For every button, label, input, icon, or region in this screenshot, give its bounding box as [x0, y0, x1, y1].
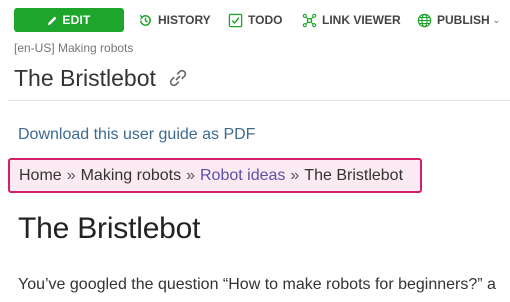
globe-icon: [417, 13, 432, 27]
breadcrumb-separator: »: [290, 166, 300, 184]
link-viewer-label: LINK VIEWER: [322, 13, 401, 27]
breadcrumb: Home » Making robots » Robot ideas » The…: [8, 158, 422, 193]
breadcrumb-separator: »: [66, 166, 76, 184]
edit-button[interactable]: EDIT: [14, 8, 124, 32]
page-title-row: The Bristlebot: [14, 63, 188, 93]
breadcrumb-home[interactable]: Home: [19, 167, 62, 185]
chevron-down-icon: ⌄: [492, 14, 501, 25]
page-title: The Bristlebot: [14, 64, 156, 91]
history-button[interactable]: HISTORY: [138, 10, 211, 30]
download-pdf-link[interactable]: Download this user guide as PDF: [18, 126, 255, 144]
breadcrumb-robot-ideas[interactable]: Robot ideas: [200, 167, 285, 185]
checkbox-icon: [228, 13, 243, 27]
header-divider: [8, 100, 510, 101]
publish-label: PUBLISH: [437, 13, 490, 27]
history-label: HISTORY: [158, 13, 211, 27]
todo-label: TODO: [248, 13, 283, 27]
edit-button-label: EDIT: [62, 13, 91, 27]
todo-button[interactable]: TODO: [228, 10, 282, 30]
article-heading: The Bristlebot: [18, 212, 201, 245]
breadcrumb-making-robots[interactable]: Making robots: [81, 167, 182, 185]
intro-paragraph: You’ve googled the question “How to make…: [18, 276, 496, 293]
publish-dropdown[interactable]: PUBLISH ⌄: [417, 10, 500, 30]
breadcrumb-current: The Bristlebot: [304, 166, 404, 184]
page-meta: [en-US] Making robots: [14, 41, 134, 55]
permalink-icon[interactable]: [168, 68, 188, 88]
link-viewer-icon: [302, 13, 317, 27]
toolbar: EDIT HISTORY TODO LINK VIEWER PUBLISH ⌄: [0, 0, 510, 40]
link-viewer-button[interactable]: LINK VIEWER: [302, 10, 401, 30]
breadcrumb-separator: »: [186, 166, 195, 184]
history-icon: [139, 14, 151, 26]
pencil-icon: [48, 16, 57, 25]
